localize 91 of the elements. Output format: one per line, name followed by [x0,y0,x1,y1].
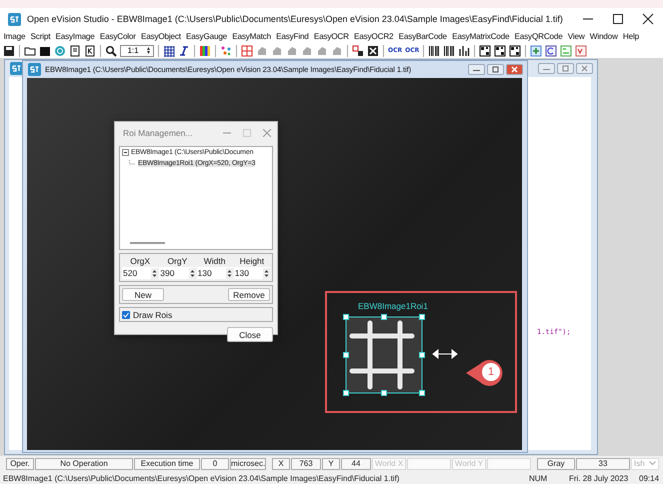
grid-icon[interactable] [163,44,175,56]
file-path-text: EBW8Image1 (C:\Users\Public\Documents\Euresys\Open eVision 23.04\Sample Images\EasyFind\Fiducial 1.tif) [3,474,400,482]
number-field[interactable]: 390 [159,267,196,279]
open-folder-icon[interactable] [24,44,36,56]
spin-icon [146,46,151,55]
status-field: 33 [576,458,630,470]
menu-item[interactable]: Help [620,32,642,41]
maximize-icon[interactable] [611,12,625,26]
caret-icon [648,461,656,466]
zoom-icon[interactable] [105,44,117,56]
checkbox-label: Draw Rois [133,310,172,320]
dialog-title: Roi Managemen... [123,128,194,138]
status-field: 44 [341,458,371,470]
maximize-icon [243,129,251,137]
menu-item[interactable]: EasyFind [274,32,312,41]
add-icon[interactable] [530,44,542,56]
c-script-icon[interactable] [545,44,558,56]
restore-icon[interactable] [487,64,504,74]
remove-button[interactable]: Remove [228,288,270,301]
time-text: 09:14 [639,474,660,482]
number-field[interactable]: 130 [234,267,270,279]
number-field[interactable]: 520 [122,267,158,279]
menu-item[interactable]: EasyImage [52,32,98,41]
status-field: World Y [452,458,486,470]
menu-item[interactable]: EasyColor [97,32,138,41]
menu-item[interactable]: EasyBarCode [396,32,450,41]
checkbox[interactable] [122,310,130,318]
num-lock-indicator: NUM [529,474,548,482]
minimize-icon[interactable] [468,64,485,74]
status-field: No Operation [35,458,133,470]
menu-item[interactable]: EasyObject [138,32,184,41]
status-field: 0 [201,458,229,470]
menu-item[interactable]: EasyMatrixCode [450,32,512,41]
squares-icon[interactable] [352,44,364,56]
restore-icon[interactable] [557,62,574,74]
menu-item[interactable]: EasyOCR2 [351,32,396,41]
status-field: Oper. [6,458,34,470]
spin-icon [226,268,233,278]
field-label: OrgY [166,256,188,266]
app-logo-icon [28,62,41,76]
menu-item[interactable]: Script [28,32,53,41]
close-button[interactable]: Close [227,327,273,342]
menu-item[interactable]: Window [587,32,620,41]
barcode-icon[interactable] [428,44,440,56]
bar-graph-icon[interactable] [458,44,470,56]
tree-connector-icon [129,160,136,167]
menu-item[interactable]: EasyQRCode [512,32,566,41]
spin-icon [151,268,158,278]
field-label: Height [238,256,266,266]
status-field: Execution time [134,458,200,470]
color-dots-icon[interactable] [220,44,232,56]
status-field: microsec. [230,458,266,470]
matrix-code-icon[interactable] [479,44,492,56]
collapse-icon[interactable] [122,149,129,156]
new-button[interactable]: New [122,288,164,301]
app-logo-icon [8,12,21,26]
vb-script-icon[interactable] [575,44,588,56]
close-icon[interactable] [641,12,655,26]
status-field: World X [372,458,406,470]
menu-item[interactable]: EasyOCR [311,32,352,41]
spin-icon [263,268,270,278]
menu-item[interactable]: View [565,32,588,41]
status-field: Y [322,458,340,470]
date-text: Fri. 28 July 2023 [569,474,630,482]
barcode-icon[interactable] [443,44,456,56]
document-icon[interactable] [84,44,96,56]
field-label: Width [202,256,226,266]
zoom-field[interactable]: 1:1 [120,44,154,56]
spin-icon [188,268,196,278]
grid-icon[interactable] [241,44,253,56]
resize-cursor-icon [432,349,458,359]
menu-item[interactable]: EasyGauge [183,32,230,41]
save-icon[interactable] [3,44,15,56]
number-field[interactable]: 130 [196,267,233,279]
status-field: 763 [291,458,321,470]
italic-icon[interactable] [178,44,190,56]
field-label: OrgX [129,256,152,266]
color-bars-icon[interactable] [199,44,211,56]
scrollbar-thumb[interactable] [130,242,165,244]
document-icon[interactable] [69,44,81,56]
cross-box-icon[interactable] [367,44,379,56]
window-title: Open eVision Studio - EBW8Image1 (C:\Users\Public\Documents\Euresys\Open eVision 23.04\Sample Images\EasyFind\Fiducial 1.tif) [27,14,564,24]
app-logo-icon [10,62,23,74]
status-field: X [272,458,290,470]
matrix-code-icon[interactable] [494,44,506,56]
roi-label: EBW8Image1Roi1 [358,301,428,311]
menu-item[interactable]: Image [1,32,28,41]
close-icon [263,129,271,137]
menu-item[interactable]: EasyMatch [230,32,274,41]
status-field: Gray [537,458,575,470]
matrix-code-icon[interactable] [509,44,522,56]
